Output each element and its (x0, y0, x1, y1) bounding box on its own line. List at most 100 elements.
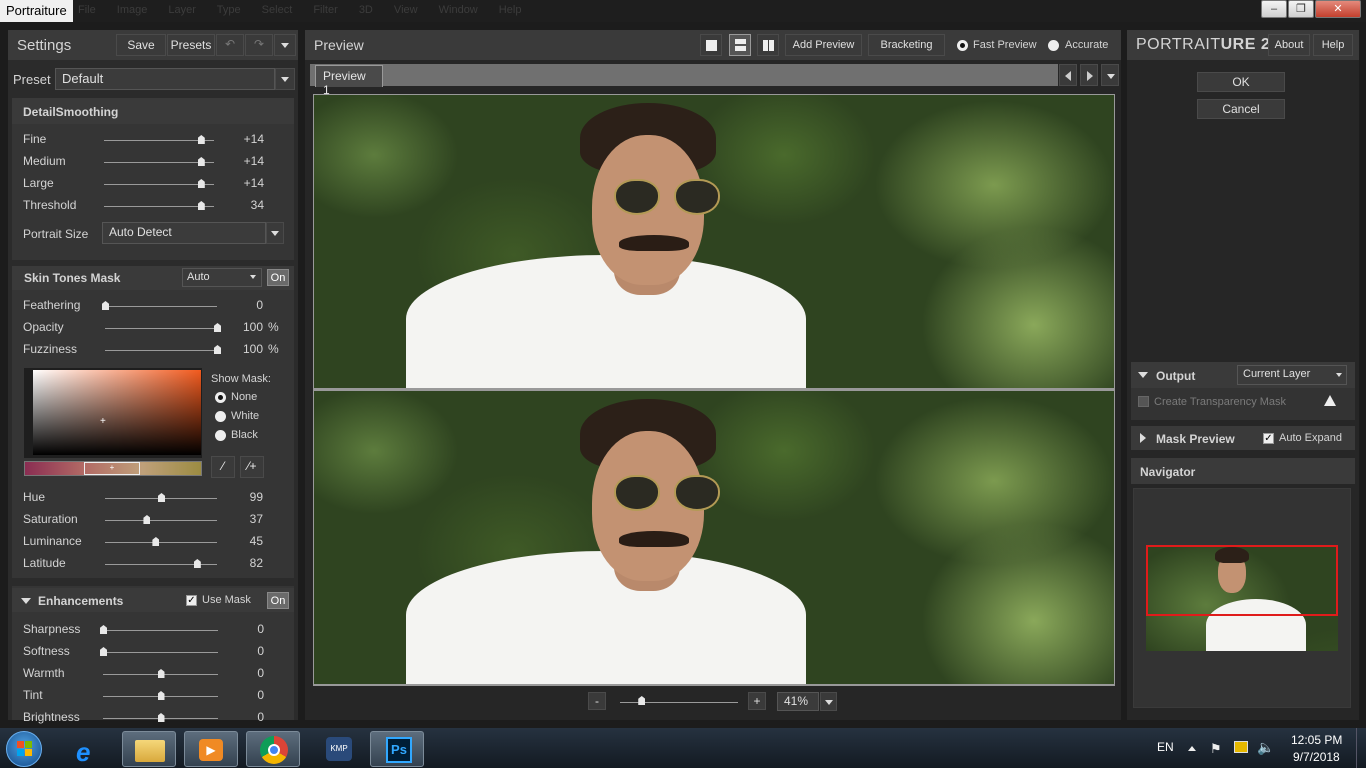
medium-slider-track[interactable] (104, 162, 214, 163)
tab-menu-chevron-icon[interactable] (1101, 64, 1119, 86)
minimize-button[interactable]: – (1261, 0, 1287, 18)
fast-preview-radio[interactable] (957, 40, 968, 51)
portrait-size-chevron-icon[interactable] (266, 222, 284, 244)
add-preview-button[interactable]: Add Preview (785, 34, 862, 56)
zoom-level-field[interactable]: 41% (777, 692, 819, 711)
use-mask-checkbox[interactable]: ✓ (186, 595, 197, 606)
zoom-out-button[interactable]: - (588, 692, 606, 710)
ok-button[interactable]: OK (1197, 72, 1285, 92)
navigator-viewport-rect[interactable] (1146, 545, 1338, 616)
medium-label: Medium (23, 154, 66, 168)
softness-label: Softness (23, 644, 70, 658)
eyedropper-add-icon[interactable]: ⁄+ (240, 456, 264, 478)
enhancements-on-toggle[interactable]: On (267, 592, 289, 609)
show-mask-black-radio[interactable] (215, 430, 226, 441)
zoom-slider-thumb[interactable] (638, 696, 646, 705)
sharpness-value: 0 (257, 622, 264, 636)
use-mask-label: Use Mask (202, 594, 251, 606)
zoom-level-chevron-icon[interactable] (820, 692, 837, 711)
right-panel: PORTRAITURE 2 About Help OK Cancel Outpu… (1127, 30, 1359, 720)
split-vertical-icon[interactable] (757, 34, 779, 56)
preview-after-image[interactable] (314, 391, 1114, 684)
skin-color-picker[interactable] (33, 370, 201, 455)
media-player-icon[interactable]: ▶ (184, 731, 238, 767)
zoom-slider-track[interactable] (620, 702, 738, 703)
accurate-radio[interactable] (1048, 40, 1059, 51)
network-icon[interactable] (1234, 741, 1248, 753)
undo-icon[interactable]: ↶ (216, 34, 244, 56)
show-desktop-button[interactable] (1356, 728, 1366, 768)
fine-value: +14 (243, 132, 264, 146)
volume-icon[interactable]: 🔈 (1257, 739, 1274, 756)
output-collapse-icon[interactable] (1138, 372, 1148, 378)
tray-expand-icon[interactable] (1188, 746, 1196, 751)
settings-panel: Settings Save Presets ↶ ↷ Preset Default… (8, 30, 298, 724)
feathering-slider-track[interactable] (105, 306, 217, 307)
split-horizontal-icon[interactable] (729, 34, 751, 56)
internet-explorer-icon[interactable]: e (62, 731, 116, 767)
clock-time[interactable]: 12:05 PM (1291, 733, 1342, 747)
create-transparency-label: Create Transparency Mask (1154, 396, 1287, 408)
saturation-slider-track[interactable] (105, 520, 217, 521)
cancel-button[interactable]: Cancel (1197, 99, 1285, 119)
output-dropdown[interactable]: Current Layer (1237, 365, 1347, 385)
auto-expand-label: Auto Expand (1279, 432, 1342, 444)
fuzziness-slider-track[interactable] (105, 350, 217, 351)
clock-date[interactable]: 9/7/2018 (1293, 750, 1340, 764)
save-button[interactable]: Save (116, 34, 166, 56)
kmplayer-icon[interactable]: KMP (310, 731, 364, 767)
sharpness-slider-track[interactable] (103, 630, 218, 631)
bracketing-button[interactable]: Bracketing (868, 34, 945, 56)
fine-label: Fine (23, 132, 47, 146)
help-button[interactable]: Help (1313, 34, 1353, 56)
photoshop-icon[interactable]: Ps (370, 731, 424, 767)
chrome-icon[interactable] (246, 731, 300, 767)
fast-preview-label: Fast Preview (973, 39, 1037, 51)
language-indicator[interactable]: EN (1157, 740, 1174, 754)
show-mask-none-radio[interactable] (215, 392, 226, 403)
eyedropper-icon[interactable]: ⁄ (211, 456, 235, 478)
brand-prefix: PORTRAIT (1136, 36, 1221, 53)
luminance-slider-track[interactable] (105, 542, 217, 543)
about-button[interactable]: About (1268, 34, 1310, 56)
close-button[interactable]: ✕ (1315, 0, 1361, 18)
softness-slider-track[interactable] (103, 652, 218, 653)
tab-next-arrow-icon[interactable] (1080, 64, 1098, 86)
photoshop-menu-ghost: File Image Layer Type Select Filter 3D V… (78, 4, 522, 16)
preset-dropdown[interactable]: Default (55, 68, 275, 90)
enhancements-collapse-icon[interactable] (21, 598, 31, 604)
windows-start-icon[interactable] (6, 731, 42, 767)
presets-button[interactable]: Presets (167, 34, 215, 56)
redo-icon[interactable]: ↷ (245, 34, 273, 56)
create-transparency-checkbox[interactable] (1138, 396, 1149, 407)
show-mask-white-radio[interactable] (215, 411, 226, 422)
fuzziness-value: 100 (242, 342, 263, 356)
large-label: Large (23, 176, 54, 190)
sharpness-label: Sharpness (23, 622, 81, 636)
mask-preview-expand-icon[interactable] (1140, 433, 1146, 443)
maximize-button[interactable]: ❐ (1288, 0, 1314, 18)
hue-label: Hue (23, 490, 46, 504)
opacity-slider-track[interactable] (105, 328, 217, 329)
fine-slider-track[interactable] (104, 140, 214, 141)
accurate-label: Accurate (1065, 39, 1109, 51)
portrait-size-dropdown[interactable]: Auto Detect (102, 222, 266, 244)
preview-before-image[interactable] (314, 95, 1114, 388)
skin-tones-on-toggle[interactable]: On (267, 269, 289, 286)
large-slider-track[interactable] (104, 184, 214, 185)
preset-dropdown-chevron-icon[interactable] (275, 68, 295, 90)
warning-icon (1324, 395, 1336, 406)
skin-hue-range-handle[interactable]: + (84, 462, 140, 475)
auto-expand-checkbox[interactable]: ✓ (1263, 433, 1274, 444)
action-center-flag-icon[interactable]: ⚑ (1210, 741, 1222, 757)
opacity-value: 100 (242, 320, 263, 334)
preview-panel: Preview Add Preview Bracketing Fast Prev… (305, 30, 1121, 720)
zoom-in-button[interactable]: + (748, 692, 766, 710)
settings-menu-chevron-icon[interactable] (274, 34, 296, 56)
file-explorer-icon[interactable] (122, 731, 176, 767)
tab-preview-1[interactable]: Preview 1 (315, 65, 383, 97)
threshold-slider-track[interactable] (104, 206, 214, 207)
single-view-icon[interactable] (700, 34, 722, 56)
tab-prev-arrow-icon[interactable] (1059, 64, 1077, 86)
brightness-label: Brightness (23, 710, 80, 724)
